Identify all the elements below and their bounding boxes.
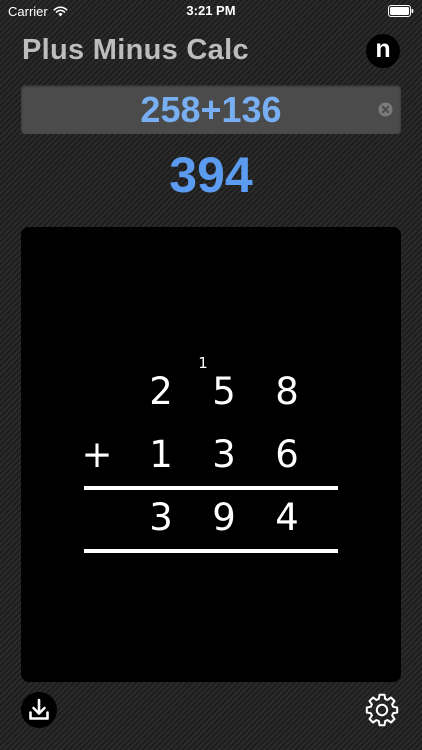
app-logo-button[interactable]: n (366, 34, 400, 68)
operand1-digit-tens: 5 (212, 370, 236, 413)
expression-input[interactable] (21, 85, 401, 134)
download-icon (29, 698, 49, 720)
sum-rule-top (84, 486, 338, 490)
sum-digit-hundreds: 3 (149, 496, 173, 539)
column-addition-svg: 1 2 5 8 + 1 3 6 3 9 4 (81, 354, 338, 553)
status-bar: Carrier 3:21 PM (0, 0, 422, 22)
status-time: 3:21 PM (186, 3, 236, 18)
battery-icon (388, 5, 414, 17)
operand1-digit-ones: 8 (275, 370, 299, 413)
operator-sign: + (81, 433, 112, 476)
operand1-digit-hundreds: 2 (149, 370, 173, 413)
carry-digit: 1 (198, 354, 208, 372)
sum-digit-ones: 4 (275, 496, 299, 539)
operand2-digit-tens: 3 (212, 433, 236, 476)
sum-rule-bottom (84, 549, 338, 553)
download-button[interactable] (21, 692, 57, 728)
sum-digit-tens: 9 (212, 496, 236, 539)
result-display: 394 (169, 147, 253, 203)
app-title: Plus Minus Calc (22, 34, 249, 66)
gear-icon (365, 693, 399, 727)
clear-icon[interactable] (378, 102, 393, 117)
settings-button[interactable] (364, 692, 400, 728)
work-panel: 1 2 5 8 + 1 3 6 3 9 4 (21, 227, 401, 682)
expression-field[interactable] (21, 85, 401, 134)
operand2-digit-ones: 6 (275, 433, 299, 476)
operand2-digit-hundreds: 1 (149, 433, 173, 476)
